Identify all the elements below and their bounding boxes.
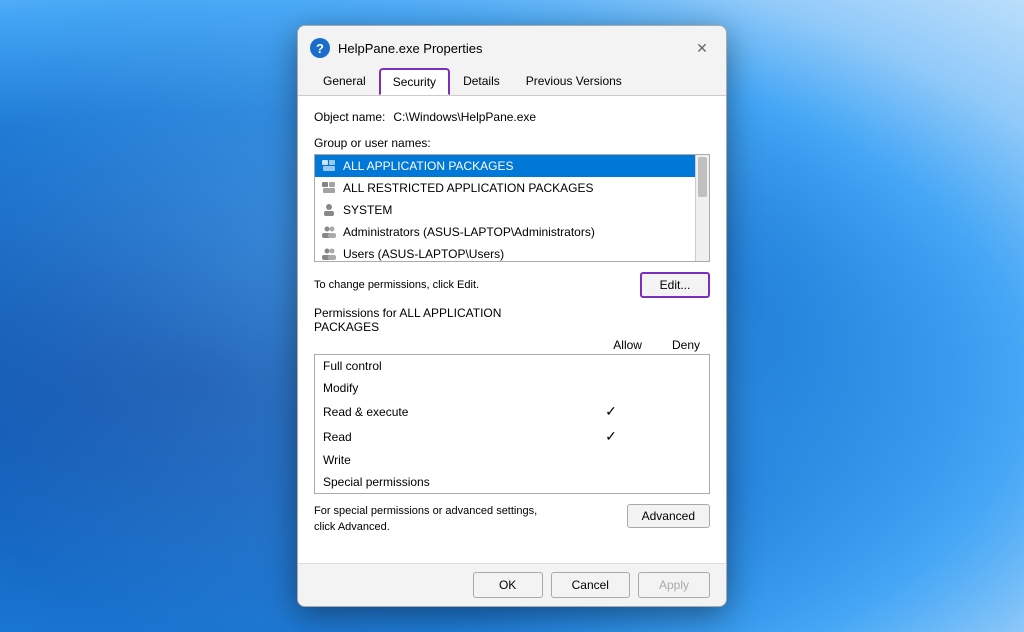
perm-row-special: Special permissions (315, 471, 709, 493)
permissions-columns: Allow Deny (314, 338, 710, 352)
user-icon (321, 202, 337, 218)
list-item-text: Administrators (ASUS-LAPTOP\Administrato… (343, 225, 595, 239)
list-item[interactable]: Administrators (ASUS-LAPTOP\Administrato… (315, 221, 695, 243)
dialog-overlay: ? HelpPane.exe Properties ✕ General Secu… (0, 0, 1024, 632)
dialog-title: HelpPane.exe Properties (338, 41, 483, 56)
list-item[interactable]: ALL RESTRICTED APPLICATION PACKAGES (315, 177, 695, 199)
perm-row-read: Read ✓ (315, 424, 709, 449)
title-bar: ? HelpPane.exe Properties ✕ (298, 26, 726, 60)
user-list[interactable]: ALL APPLICATION PACKAGES ALL RESTRICTED … (314, 154, 710, 262)
perm-row-full-control: Full control (315, 355, 709, 377)
edit-button[interactable]: Edit... (640, 272, 710, 298)
tab-general[interactable]: General (310, 68, 379, 95)
list-item-text: Users (ASUS-LAPTOP\Users) (343, 247, 504, 261)
list-item[interactable]: ALL APPLICATION PACKAGES (315, 155, 695, 177)
tabs-bar: General Security Details Previous Versio… (298, 60, 726, 95)
object-name-row: Object name: C:\Windows\HelpPane.exe (314, 110, 710, 124)
perm-row-read-execute: Read & execute ✓ (315, 399, 709, 424)
cancel-button[interactable]: Cancel (551, 572, 630, 598)
user-group-icon (321, 158, 337, 174)
edit-hint: To change permissions, click Edit. (314, 279, 479, 291)
close-button[interactable]: ✕ (690, 36, 714, 60)
advanced-button[interactable]: Advanced (627, 504, 710, 528)
user-group-icon (321, 224, 337, 240)
object-label: Object name: (314, 110, 385, 124)
tab-security[interactable]: Security (379, 68, 450, 95)
advanced-hint: For special permissions or advanced sett… (314, 504, 554, 535)
apply-button[interactable]: Apply (638, 572, 710, 598)
scrollbar-thumb (698, 157, 707, 197)
perm-row-write: Write (315, 449, 709, 471)
list-item-text: SYSTEM (343, 203, 392, 217)
list-item-text: ALL RESTRICTED APPLICATION PACKAGES (343, 181, 594, 195)
dialog-footer: OK Cancel Apply (298, 563, 726, 606)
perm-allow-check: ✓ (581, 428, 641, 445)
perm-name: Write (323, 453, 581, 467)
tab-previous-versions[interactable]: Previous Versions (513, 68, 635, 95)
permissions-header: Permissions for ALL APPLICATION PACKAGES (314, 306, 710, 334)
permissions-table: Full control Modify Read & execute ✓ Rea… (314, 354, 710, 494)
perm-name: Read (323, 430, 581, 444)
deny-column-header: Deny (672, 338, 700, 352)
edit-row: To change permissions, click Edit. Edit.… (314, 272, 710, 298)
perm-name: Special permissions (323, 475, 581, 489)
list-item-text: ALL APPLICATION PACKAGES (343, 159, 514, 173)
dialog-icon: ? (310, 38, 330, 58)
allow-column-header: Allow (613, 338, 642, 352)
perm-name: Modify (323, 381, 581, 395)
advanced-row: For special permissions or advanced sett… (314, 504, 710, 535)
perm-name: Full control (323, 359, 581, 373)
user-group-icon (321, 180, 337, 196)
ok-button[interactable]: OK (473, 572, 543, 598)
dialog-body: Object name: C:\Windows\HelpPane.exe Gro… (298, 95, 726, 563)
title-bar-left: ? HelpPane.exe Properties (310, 38, 483, 58)
scrollbar-track[interactable] (695, 155, 709, 261)
perm-allow-check: ✓ (581, 403, 641, 420)
list-item[interactable]: SYSTEM (315, 199, 695, 221)
perm-name: Read & execute (323, 405, 581, 419)
user-group-icon (321, 246, 337, 262)
tab-details[interactable]: Details (450, 68, 513, 95)
user-list-inner: ALL APPLICATION PACKAGES ALL RESTRICTED … (315, 155, 695, 262)
object-value: C:\Windows\HelpPane.exe (393, 110, 536, 124)
perm-row-modify: Modify (315, 377, 709, 399)
list-item[interactable]: Users (ASUS-LAPTOP\Users) (315, 243, 695, 262)
properties-dialog: ? HelpPane.exe Properties ✕ General Secu… (297, 25, 727, 607)
group-label: Group or user names: (314, 136, 710, 150)
